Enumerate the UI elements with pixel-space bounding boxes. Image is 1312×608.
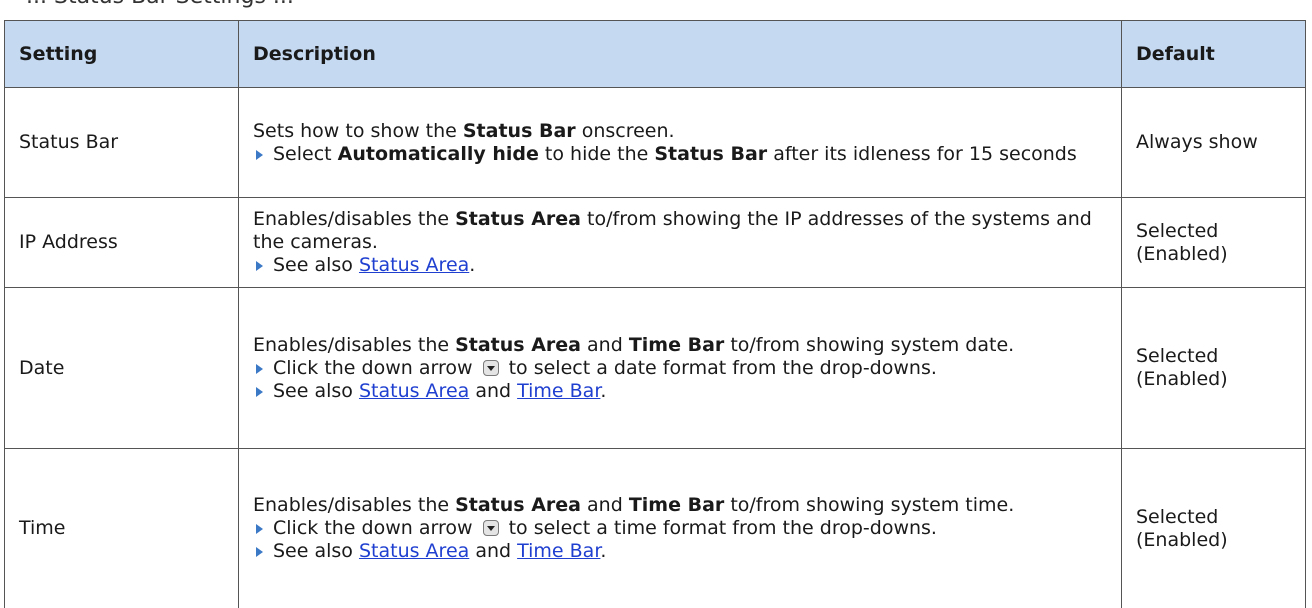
bullet-item: See also Status Area and Time Bar. [253,380,1113,403]
description-intro: Enables/disables the Status Area and Tim… [253,494,1015,516]
table-row: Date Enables/disables the Status Area an… [4,287,1306,449]
triangle-right-bullet-icon [256,261,263,271]
header-setting: Setting [4,20,239,88]
bullet-item: Select Automatically hide to hide the St… [253,143,1113,166]
setting-cell: IP Address [4,197,239,288]
bullet-item: Click the down arrow to select a time fo… [253,517,1113,540]
description-intro: Sets how to show the Status Bar onscreen… [253,119,675,142]
default-value-line1: Selected [1136,345,1219,367]
default-cell: Selected (Enabled) [1121,287,1306,449]
default-value-line2: (Enabled) [1136,528,1228,551]
default-value: Always show [1136,131,1258,153]
triangle-right-bullet-icon [256,363,263,374]
status-area-link[interactable]: Status Area [359,540,469,562]
description-intro: Enables/disables the Status Area to/from… [253,208,1092,253]
bullet-item: See also Status Area. [253,254,1113,277]
dropdown-arrow-icon [482,359,499,376]
status-area-link[interactable]: Status Area [359,380,469,402]
table-header-row: Setting Description Default [4,20,1306,88]
status-area-link[interactable]: Status Area [359,254,469,276]
default-value-line1: Selected [1136,505,1219,528]
triangle-right-bullet-icon [256,547,263,557]
description-intro: Enables/disables the Status Area and Tim… [253,333,1015,356]
triangle-right-bullet-icon [256,386,263,397]
triangle-right-bullet-icon [256,524,263,534]
description-cell: Enables/disables the Status Area and Tim… [238,448,1122,608]
default-cell: Selected (Enabled) [1121,448,1306,608]
triangle-right-bullet-icon [256,149,263,160]
time-bar-link[interactable]: Time Bar [517,380,600,402]
document-page: ... Status Bar Settings ... Setting Desc… [0,0,1312,608]
table-row: IP Address Enables/disables the Status A… [4,197,1306,288]
description-cell: Enables/disables the Status Area to/from… [238,197,1122,288]
table-row: Time Enables/disables the Status Area an… [4,448,1306,608]
default-value-line1: Selected [1136,219,1219,242]
setting-cell: Date [4,287,239,449]
description-cell: Sets how to show the Status Bar onscreen… [238,87,1122,198]
bullet-item: See also Status Area and Time Bar. [253,540,1113,563]
settings-table: Setting Description Default Status Bar S… [4,20,1306,608]
description-cell: Enables/disables the Status Area and Tim… [238,287,1122,449]
default-value-line2: (Enabled) [1136,242,1228,265]
section-heading: ... Status Bar Settings ... [26,0,294,9]
setting-cell: Status Bar [4,87,239,198]
default-cell: Selected (Enabled) [1121,197,1306,288]
setting-cell: Time [4,448,239,608]
dropdown-arrow-icon [482,520,499,536]
default-cell: Always show [1121,87,1306,198]
header-description: Description [238,20,1122,88]
default-value-line2: (Enabled) [1136,368,1228,390]
header-default: Default [1121,20,1306,88]
table-row: Status Bar Sets how to show the Status B… [4,87,1306,198]
bullet-item: Click the down arrow to select a date fo… [253,357,1113,380]
time-bar-link[interactable]: Time Bar [517,540,600,562]
